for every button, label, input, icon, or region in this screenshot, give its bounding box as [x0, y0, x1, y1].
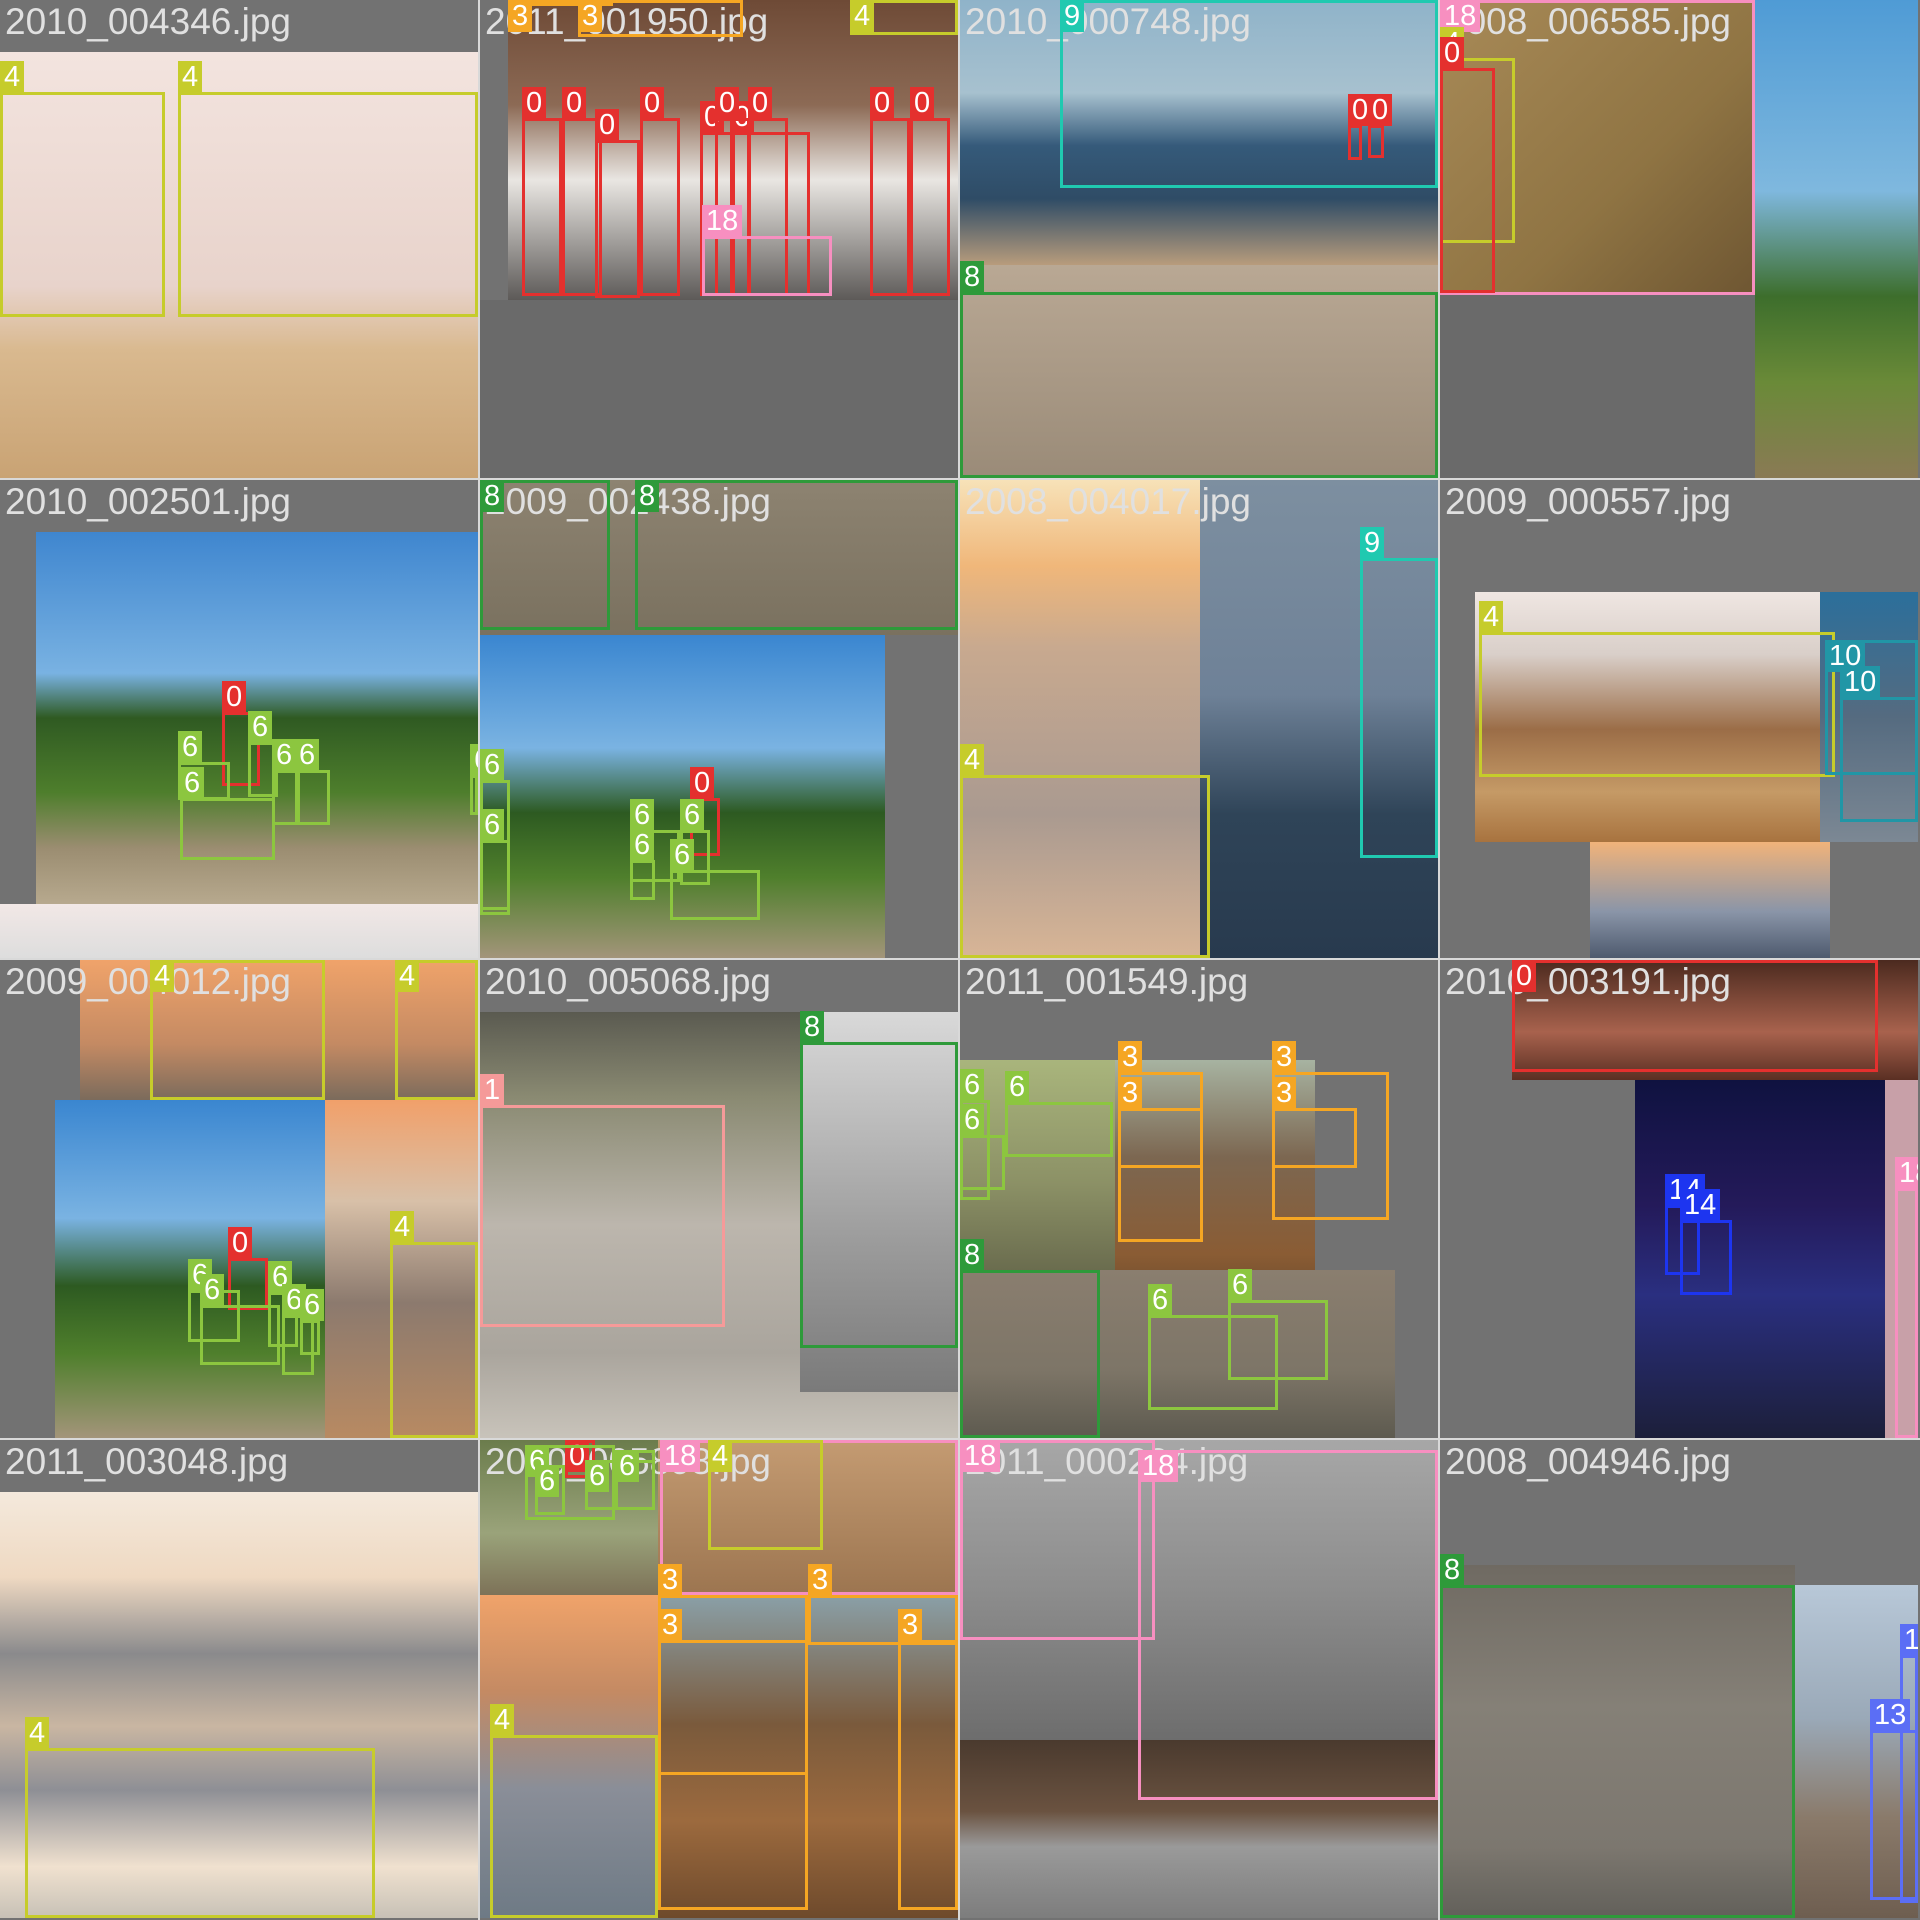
photo-region: [508, 0, 958, 300]
photo-region: [1635, 1080, 1885, 1438]
photo-region: [1885, 1080, 1918, 1438]
photo-region: [1512, 960, 1918, 1080]
mosaic-tile: 6 6 6 3 3 3 3 8 6 6 2011_001549.jpg: [960, 960, 1438, 1438]
mosaic-tile: 9 0 0 8 2010_000748.jpg: [960, 0, 1438, 478]
training-batch-mosaic: 4 4 2010_004346.jpg 3 3 4 0 0 0 0 0 0 0 0 0 0 18 2011_001…: [0, 0, 1920, 1920]
tile-filename: 2010_005068.jpg: [485, 961, 772, 1002]
photo-region: [480, 480, 958, 635]
photo-region: [960, 1060, 1135, 1305]
photo-region: [960, 0, 1438, 265]
grid-divider: [0, 1438, 1920, 1440]
tile-filename: 2009_000557.jpg: [1445, 481, 1732, 522]
photo-region: [80, 960, 478, 1100]
mosaic-tile: 18 4 0 2008_006585.jpg: [1440, 0, 1918, 478]
photo-region: [0, 1492, 478, 1918]
grid-divider: [1438, 0, 1440, 1920]
photo-region: [960, 1740, 1438, 1918]
photo-region: [1820, 592, 1918, 842]
photo-region: [1795, 1585, 1918, 1918]
tile-filename: 2008_004946.jpg: [1445, 1441, 1732, 1482]
photo-region: [1755, 0, 1918, 478]
photo-region: [960, 480, 1200, 958]
mosaic-tile: 4 4 2010_004346.jpg: [0, 0, 478, 478]
photo-region: [325, 1100, 478, 1438]
grid-divider: [0, 958, 1920, 960]
photo-region: [658, 1440, 958, 1595]
photo-region: [960, 1270, 1395, 1438]
photo-region: [800, 1012, 958, 1392]
photo-region: [960, 265, 1438, 478]
mosaic-tile: 813132008_004946.jpg: [1440, 1440, 1918, 1918]
mosaic-tile: 4 4 0 6 6 6 6 6 4 2009_004012.jpg: [0, 960, 478, 1438]
photo-region: [55, 1100, 325, 1438]
mosaic-tile: 3 3 4 0 0 0 0 0 0 0 0 0 0 18 2011_001950.jpg: [480, 0, 958, 478]
photo-region: [0, 904, 478, 958]
mosaic-tile: 0 6 6 6 6 18 4 3 3 3 3 4 2010_005898.jpg: [480, 1440, 958, 1918]
photo-region: [658, 1595, 958, 1918]
mosaic-tile: 8 8 6 6 0 6 6 6 6 2009_002438.jpg: [480, 480, 958, 958]
photo-region: [480, 300, 958, 478]
photo-region: [1440, 0, 1755, 295]
photo-region: [480, 1440, 658, 1595]
photo-region: [36, 532, 478, 904]
mosaic-tile: 1 8 2010_005068.jpg: [480, 960, 958, 1438]
tile-filename: 2011_003048.jpg: [5, 1441, 289, 1482]
photo-region: [1590, 842, 1830, 958]
photo-region: [480, 1595, 658, 1918]
photo-region: [1475, 592, 1820, 842]
mosaic-tile: 4 10 10 2009_000557.jpg: [1440, 480, 1918, 958]
photo-region: [0, 52, 478, 478]
photo-region: [960, 1440, 1438, 1740]
mosaic-tile: 06666662010_002501.jpg: [0, 480, 478, 958]
mosaic-tile: 4 2011_003048.jpg: [0, 1440, 478, 1918]
mosaic-tile: 01414182010_003191.jpg: [1440, 960, 1918, 1438]
grid-divider: [478, 0, 480, 1920]
tile-filename: 2011_001549.jpg: [965, 961, 1249, 1002]
photo-region: [480, 635, 885, 958]
tile-filename: 2010_004346.jpg: [5, 1, 292, 42]
grid-divider: [958, 0, 960, 1920]
grid-divider: [0, 478, 1920, 480]
photo-region: [1115, 1060, 1315, 1303]
photo-region: [1200, 480, 1438, 958]
mosaic-tile: 9 4 2008_004017.jpg: [960, 480, 1438, 958]
photo-region: [1440, 295, 1755, 478]
tile-filename: 2010_002501.jpg: [5, 481, 292, 522]
photo-region: [1440, 1565, 1795, 1918]
mosaic-tile: 18 18 2011_000224.jpg: [960, 1440, 1438, 1918]
